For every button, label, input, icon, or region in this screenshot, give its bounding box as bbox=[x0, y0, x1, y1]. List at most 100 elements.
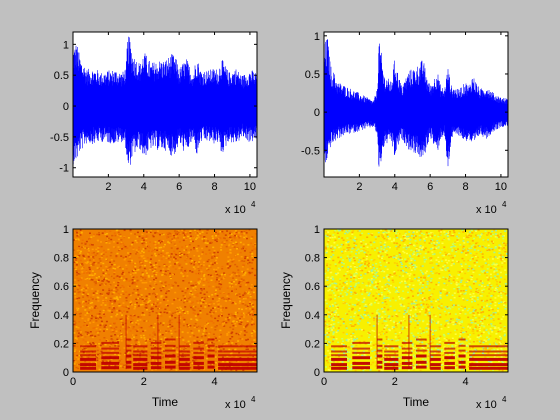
x-axis-label: Time bbox=[403, 395, 430, 409]
harmonic-segment bbox=[126, 354, 132, 358]
harmonic-segment bbox=[416, 354, 427, 358]
harmonic-segment bbox=[165, 349, 176, 352]
harmonic-segment bbox=[352, 366, 370, 370]
harmonic-segment bbox=[416, 349, 427, 352]
harmonic-segment bbox=[416, 360, 427, 364]
y-tick-label: -1 bbox=[59, 163, 69, 175]
harmonic-segment bbox=[384, 363, 399, 367]
harmonic-segment bbox=[80, 357, 96, 361]
x-exponent-label: x 10 bbox=[476, 204, 497, 216]
harmonic-segment bbox=[352, 347, 370, 350]
y-tick-label: -0.5 bbox=[301, 145, 320, 157]
x-tick-label: 2 bbox=[392, 376, 398, 388]
harmonic-segment bbox=[377, 338, 383, 341]
harmonic-segment bbox=[101, 366, 119, 370]
harmonic-segment bbox=[384, 354, 399, 357]
harmonic-segment bbox=[469, 345, 508, 348]
y-tick-label: 1 bbox=[314, 224, 320, 236]
harmonic-segment bbox=[444, 361, 455, 365]
harmonic-segment bbox=[444, 366, 455, 370]
y-tick-label: -0.5 bbox=[50, 132, 69, 144]
harmonic-segment bbox=[207, 344, 215, 347]
harmonic-segment bbox=[133, 366, 148, 370]
harmonic-segment bbox=[179, 350, 190, 353]
x-tick-label: 2 bbox=[141, 376, 147, 388]
harmonic-segment bbox=[80, 350, 96, 353]
y-tick-label: 0 bbox=[314, 367, 320, 379]
harmonic-segment bbox=[218, 366, 257, 370]
harmonic-segment bbox=[126, 344, 132, 347]
harmonic-segment bbox=[150, 341, 162, 344]
harmonic-segment bbox=[377, 365, 383, 369]
x-tick-label: 4 bbox=[392, 181, 398, 193]
harmonic-segment bbox=[384, 350, 399, 353]
x-tick-label: 2 bbox=[105, 181, 111, 193]
x-tick-label: 10 bbox=[495, 181, 507, 193]
y-tick-label: 0.2 bbox=[305, 338, 320, 350]
x-tick-label: 0 bbox=[321, 376, 327, 388]
y-tick-label: 0.8 bbox=[305, 253, 320, 265]
harmonic-segment bbox=[126, 349, 132, 352]
harmonic-segment bbox=[331, 354, 347, 357]
x-exponent-label: x 10 bbox=[476, 399, 497, 411]
x-tick-label: 6 bbox=[176, 181, 182, 193]
harmonic-segment bbox=[352, 341, 370, 344]
harmonic-segment bbox=[458, 354, 466, 358]
harmonic-segment bbox=[331, 357, 347, 361]
harmonic-segment bbox=[458, 365, 466, 369]
harmonic-segment bbox=[430, 357, 441, 361]
harmonic-segment bbox=[430, 366, 441, 370]
harmonic-segment bbox=[401, 351, 413, 354]
harmonic-segment bbox=[384, 366, 399, 370]
y-tick-label: 0.4 bbox=[54, 310, 69, 322]
harmonic-segment bbox=[469, 350, 508, 353]
y-tick-label: 1 bbox=[63, 39, 69, 51]
y-tick-label: 0 bbox=[63, 367, 69, 379]
y-tick-label: 0.8 bbox=[54, 253, 69, 265]
harmonic-segment bbox=[430, 350, 441, 353]
harmonic-segment bbox=[458, 344, 466, 347]
harmonic-segment bbox=[444, 351, 455, 354]
harmonic-segment bbox=[80, 366, 96, 370]
harmonic-segment bbox=[179, 357, 190, 361]
harmonic-segment bbox=[430, 345, 441, 348]
harmonic-segment bbox=[207, 365, 215, 369]
harmonic-segment bbox=[150, 356, 162, 360]
y-tick-label: 0 bbox=[63, 101, 69, 113]
harmonic-segment bbox=[193, 351, 204, 354]
harmonic-segment bbox=[218, 354, 257, 357]
harmonic-segment bbox=[384, 345, 399, 348]
harmonic-segment bbox=[207, 349, 215, 352]
harmonic-segment bbox=[331, 366, 347, 370]
harmonic-segment bbox=[331, 345, 347, 348]
harmonic-segment bbox=[377, 354, 383, 358]
y-tick-label: 0.4 bbox=[305, 310, 320, 322]
harmonic-segment bbox=[469, 366, 508, 370]
y-tick-label: 1 bbox=[314, 31, 320, 43]
x-exponent-label: x 10 bbox=[225, 399, 246, 411]
y-tick-label: 0.5 bbox=[54, 70, 69, 82]
harmonic-segment bbox=[377, 349, 383, 352]
harmonic-segment bbox=[133, 354, 148, 357]
harmonic-segment bbox=[133, 350, 148, 353]
harmonic-segment bbox=[352, 356, 370, 360]
harmonic-segment bbox=[179, 354, 190, 357]
harmonic-segment bbox=[469, 357, 508, 361]
harmonic-segment bbox=[218, 363, 257, 367]
harmonic-segment bbox=[401, 366, 413, 370]
harmonic-segment bbox=[165, 344, 176, 347]
harmonic-segment bbox=[377, 344, 383, 347]
harmonic-segment bbox=[150, 361, 162, 365]
y-axis-label: Frequency bbox=[279, 272, 293, 329]
harmonic-segment bbox=[401, 347, 413, 350]
y-tick-label: 0.5 bbox=[305, 69, 320, 81]
figure: 2 4 6 8 1010.50-0.5-1x 10 42 4 6 8 1010.50-0.5x 1… bbox=[0, 0, 560, 420]
harmonic-segment bbox=[126, 360, 132, 364]
x-axis-label: Time bbox=[152, 395, 179, 409]
harmonic-segment bbox=[150, 366, 162, 370]
harmonic-segment bbox=[80, 354, 96, 357]
harmonic-segment bbox=[352, 351, 370, 354]
harmonic-segment bbox=[430, 354, 441, 357]
harmonic-segment bbox=[401, 341, 413, 344]
harmonic-segment bbox=[133, 345, 148, 348]
